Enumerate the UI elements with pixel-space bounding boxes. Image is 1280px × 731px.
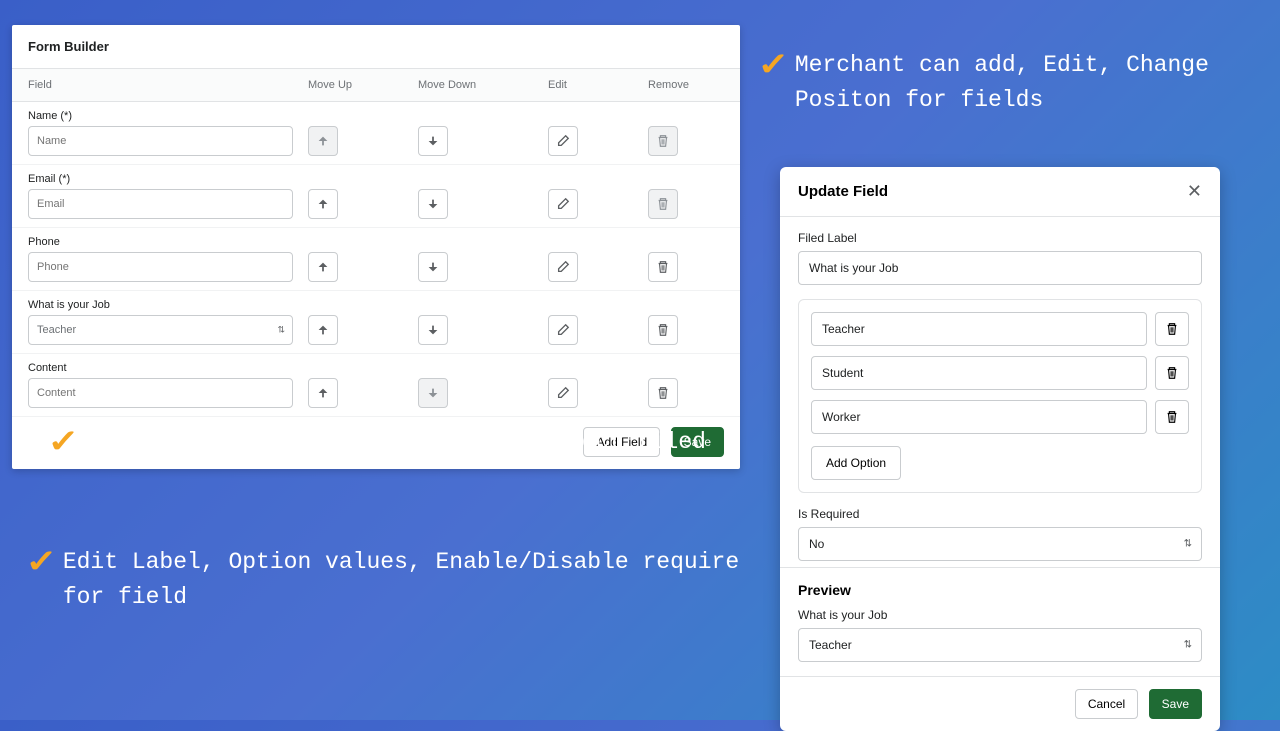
col-move-up: Move Up: [308, 79, 418, 91]
preview-field-label: What is your Job: [798, 608, 1202, 622]
edit-button[interactable]: [548, 378, 578, 408]
feature-bullet: ✓ Support Text, Dropdown, Multiple Selec…: [50, 425, 750, 460]
field-input[interactable]: [28, 189, 293, 219]
option-input[interactable]: [811, 356, 1147, 390]
remove-button[interactable]: [648, 252, 678, 282]
option-delete-button[interactable]: [1155, 400, 1189, 434]
move-down-button[interactable]: [418, 126, 448, 156]
option-row: [811, 400, 1189, 434]
move-up-button[interactable]: [308, 378, 338, 408]
preview-select[interactable]: Teacher: [798, 628, 1202, 662]
feature-bullet: ✓ Edit Label, Option values, Enable/Disa…: [28, 545, 768, 614]
bullet-text: Merchant can add, Edit, Change Positon f…: [795, 48, 1260, 117]
move-down-button[interactable]: [418, 189, 448, 219]
remove-button[interactable]: [648, 315, 678, 345]
table-row: Phone: [12, 228, 740, 291]
field-select[interactable]: Teacher: [28, 315, 293, 345]
table-header: Field Move Up Move Down Edit Remove: [12, 68, 740, 102]
field-label: Content: [28, 362, 308, 374]
move-up-button[interactable]: [308, 252, 338, 282]
move-up-button: [308, 126, 338, 156]
move-up-button[interactable]: [308, 189, 338, 219]
move-down-button[interactable]: [418, 252, 448, 282]
check-icon: ✓: [25, 545, 57, 577]
check-icon: ✓: [47, 425, 79, 457]
field-label: What is your Job: [28, 299, 308, 311]
field-label: Phone: [28, 236, 308, 248]
field-label: Email (*): [28, 173, 308, 185]
move-down-button: [418, 378, 448, 408]
is-required-label: Is Required: [798, 507, 1202, 521]
edit-button[interactable]: [548, 189, 578, 219]
option-input[interactable]: [811, 400, 1147, 434]
remove-button: [648, 189, 678, 219]
field-input[interactable]: [28, 252, 293, 282]
field-label-input[interactable]: [798, 251, 1202, 285]
panel-title: Form Builder: [12, 25, 740, 68]
modal-save-button[interactable]: Save: [1149, 689, 1202, 719]
option-input[interactable]: [811, 312, 1147, 346]
form-builder-panel: Form Builder Field Move Up Move Down Edi…: [12, 25, 740, 469]
move-up-button[interactable]: [308, 315, 338, 345]
bullet-text: Support Text, Dropdown, Multiple Select …: [85, 425, 706, 460]
option-delete-button[interactable]: [1155, 356, 1189, 390]
table-row: What is your Job Teacher: [12, 291, 740, 354]
table-row: Email (*): [12, 165, 740, 228]
col-edit: Edit: [548, 79, 648, 91]
bullet-text: Edit Label, Option values, Enable/Disabl…: [63, 545, 768, 614]
option-row: [811, 356, 1189, 390]
field-input[interactable]: [28, 378, 293, 408]
option-delete-button[interactable]: [1155, 312, 1189, 346]
check-icon: ✓: [757, 48, 789, 80]
add-option-button[interactable]: Add Option: [811, 446, 901, 480]
preview-title: Preview: [798, 582, 1202, 598]
remove-button: [648, 126, 678, 156]
table-row: Content: [12, 354, 740, 417]
options-box: Add Option: [798, 299, 1202, 493]
table-row: Name (*): [12, 102, 740, 165]
field-label-caption: Filed Label: [798, 231, 1202, 245]
col-field: Field: [28, 79, 308, 91]
move-down-button[interactable]: [418, 315, 448, 345]
modal-title: Update Field: [798, 183, 888, 200]
edit-button[interactable]: [548, 252, 578, 282]
is-required-select[interactable]: No: [798, 527, 1202, 561]
col-move-down: Move Down: [418, 79, 548, 91]
col-remove: Remove: [648, 79, 748, 91]
field-label: Name (*): [28, 110, 308, 122]
option-row: [811, 312, 1189, 346]
edit-button[interactable]: [548, 126, 578, 156]
field-input[interactable]: [28, 126, 293, 156]
update-field-modal: Update Field ✕ Filed Label Add Option Is…: [780, 167, 1220, 731]
remove-button[interactable]: [648, 378, 678, 408]
cancel-button[interactable]: Cancel: [1075, 689, 1138, 719]
close-icon[interactable]: ✕: [1187, 181, 1202, 202]
feature-bullet: ✓ Merchant can add, Edit, Change Positon…: [760, 48, 1260, 117]
edit-button[interactable]: [548, 315, 578, 345]
